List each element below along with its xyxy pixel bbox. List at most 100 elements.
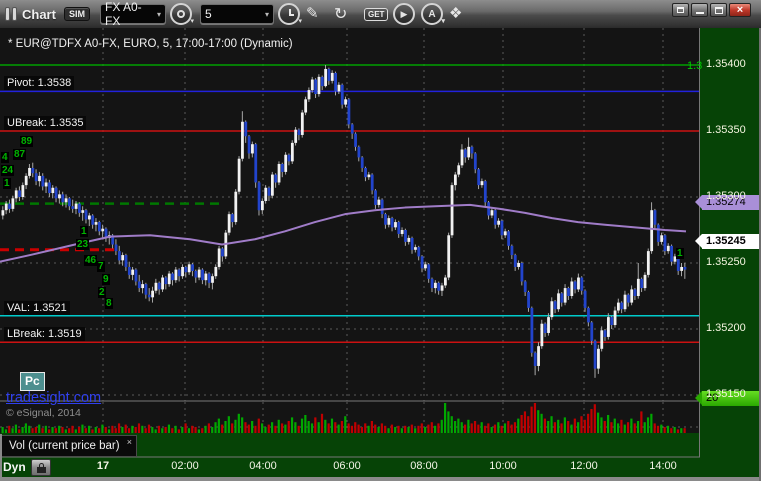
volume-bar — [54, 428, 57, 433]
time-interval-button[interactable]: ▾ — [278, 3, 302, 25]
candle-body — [410, 237, 414, 250]
candle-body — [237, 158, 241, 192]
volume-bar — [490, 427, 493, 433]
chart-settings-button[interactable]: ▾ — [170, 3, 194, 25]
volume-bar — [267, 424, 270, 433]
close-window-button[interactable]: × — [729, 3, 751, 17]
volume-bar — [540, 413, 543, 433]
volume-bar — [463, 424, 467, 433]
volume-bar — [214, 422, 217, 433]
play-button[interactable]: ▶ — [393, 3, 415, 25]
volume-bar — [254, 425, 257, 433]
volume-bar — [151, 427, 154, 433]
candle-body — [640, 278, 644, 289]
bar-number-annotation: 89 — [20, 136, 34, 147]
volume-bar — [104, 427, 107, 433]
volume-bar — [360, 427, 364, 433]
candle-body — [254, 144, 258, 183]
candle-body — [490, 210, 494, 216]
tab-volume-study[interactable]: Vol (current price bar) × — [1, 435, 137, 457]
chart-window: Chart SIM FX A0-FX ▾ ▾ 5 ▾ ▾ ✎ ↻ GET ▶ A… — [0, 0, 761, 481]
candle-body — [337, 84, 341, 92]
candle-body — [350, 124, 354, 134]
volume-bar — [294, 422, 297, 433]
volume-bar — [676, 429, 680, 433]
candle-body — [513, 255, 517, 267]
close-icon[interactable]: × — [127, 437, 132, 447]
candle-body — [11, 198, 15, 209]
candle-body — [660, 235, 664, 242]
volume-bar — [290, 417, 294, 433]
volume-bar — [680, 428, 683, 433]
volume-bar — [144, 428, 147, 433]
reload-button[interactable]: ↻ — [334, 4, 347, 24]
volume-bar — [171, 428, 174, 433]
chart-window-icon — [5, 0, 17, 28]
volume-bar — [666, 425, 670, 433]
volume-bar — [257, 418, 260, 433]
symbol-value: FX A0-FX — [105, 0, 142, 28]
maximize-window-button[interactable] — [710, 3, 727, 17]
candle-body — [666, 245, 670, 252]
volume-bar — [84, 428, 87, 433]
candle-body — [88, 215, 91, 220]
volume-bar — [580, 416, 583, 433]
candle-body — [58, 194, 61, 199]
candle-body — [643, 274, 647, 289]
symbol-combo[interactable]: FX A0-FX ▾ — [100, 0, 166, 28]
candle-body — [434, 282, 437, 289]
volume-bar — [274, 425, 277, 433]
interval-combo[interactable]: 5 ▾ — [200, 4, 274, 24]
candle-body — [477, 169, 481, 186]
volume-bar — [567, 421, 570, 433]
volume-bar — [663, 427, 666, 433]
letter-a-icon: A — [428, 8, 436, 20]
volume-bar — [626, 422, 630, 433]
volume-bar — [38, 424, 41, 433]
candle-body — [427, 264, 431, 279]
volume-bar — [94, 427, 97, 433]
volume-bar — [377, 427, 380, 433]
volume-bar — [64, 429, 67, 433]
candle-body — [8, 203, 11, 209]
volume-bar — [520, 415, 523, 433]
time-tick-label: 10:00 — [489, 460, 517, 472]
candle-body — [467, 146, 471, 158]
candle-body — [317, 76, 321, 95]
tradesight-link[interactable]: tradesight.com — [6, 390, 101, 406]
volume-bar — [14, 424, 18, 433]
volume-bar — [221, 424, 224, 433]
volume-bar — [670, 428, 673, 433]
link-button[interactable]: ❖ — [449, 4, 462, 22]
candle-body — [174, 269, 178, 281]
lock-button[interactable] — [31, 459, 51, 476]
volume-bar — [437, 423, 440, 433]
level-label: UBreak: 1.3535 — [4, 116, 87, 130]
candle-body — [81, 210, 85, 213]
draw-button[interactable]: ✎ — [306, 4, 319, 22]
candle-body — [397, 222, 401, 234]
candle-body — [636, 278, 640, 296]
volume-bar — [131, 425, 134, 433]
bar-number-annotation: 87 — [13, 149, 27, 160]
volume-bar — [557, 419, 560, 433]
minimize-window-button[interactable] — [691, 3, 708, 17]
volume-bar — [527, 416, 530, 433]
candle-body — [201, 269, 204, 281]
volume-bar — [417, 425, 420, 433]
get-data-button[interactable]: GET — [364, 8, 389, 21]
volume-bar — [380, 423, 383, 433]
volume-bar — [550, 416, 553, 433]
candle-body — [307, 90, 311, 100]
autoscale-button[interactable]: A ▾ — [421, 3, 445, 25]
candle-body — [517, 263, 520, 267]
restore-window-button[interactable] — [672, 3, 689, 17]
refresh-icon: ↻ — [334, 6, 348, 23]
candle-body — [64, 198, 68, 203]
candle-body — [653, 210, 657, 225]
volume-bar — [364, 423, 367, 433]
high-band-label: 1.3 — [687, 60, 703, 72]
candle-body — [354, 133, 357, 147]
volume-bar — [117, 423, 121, 433]
volume-bar — [111, 425, 114, 433]
